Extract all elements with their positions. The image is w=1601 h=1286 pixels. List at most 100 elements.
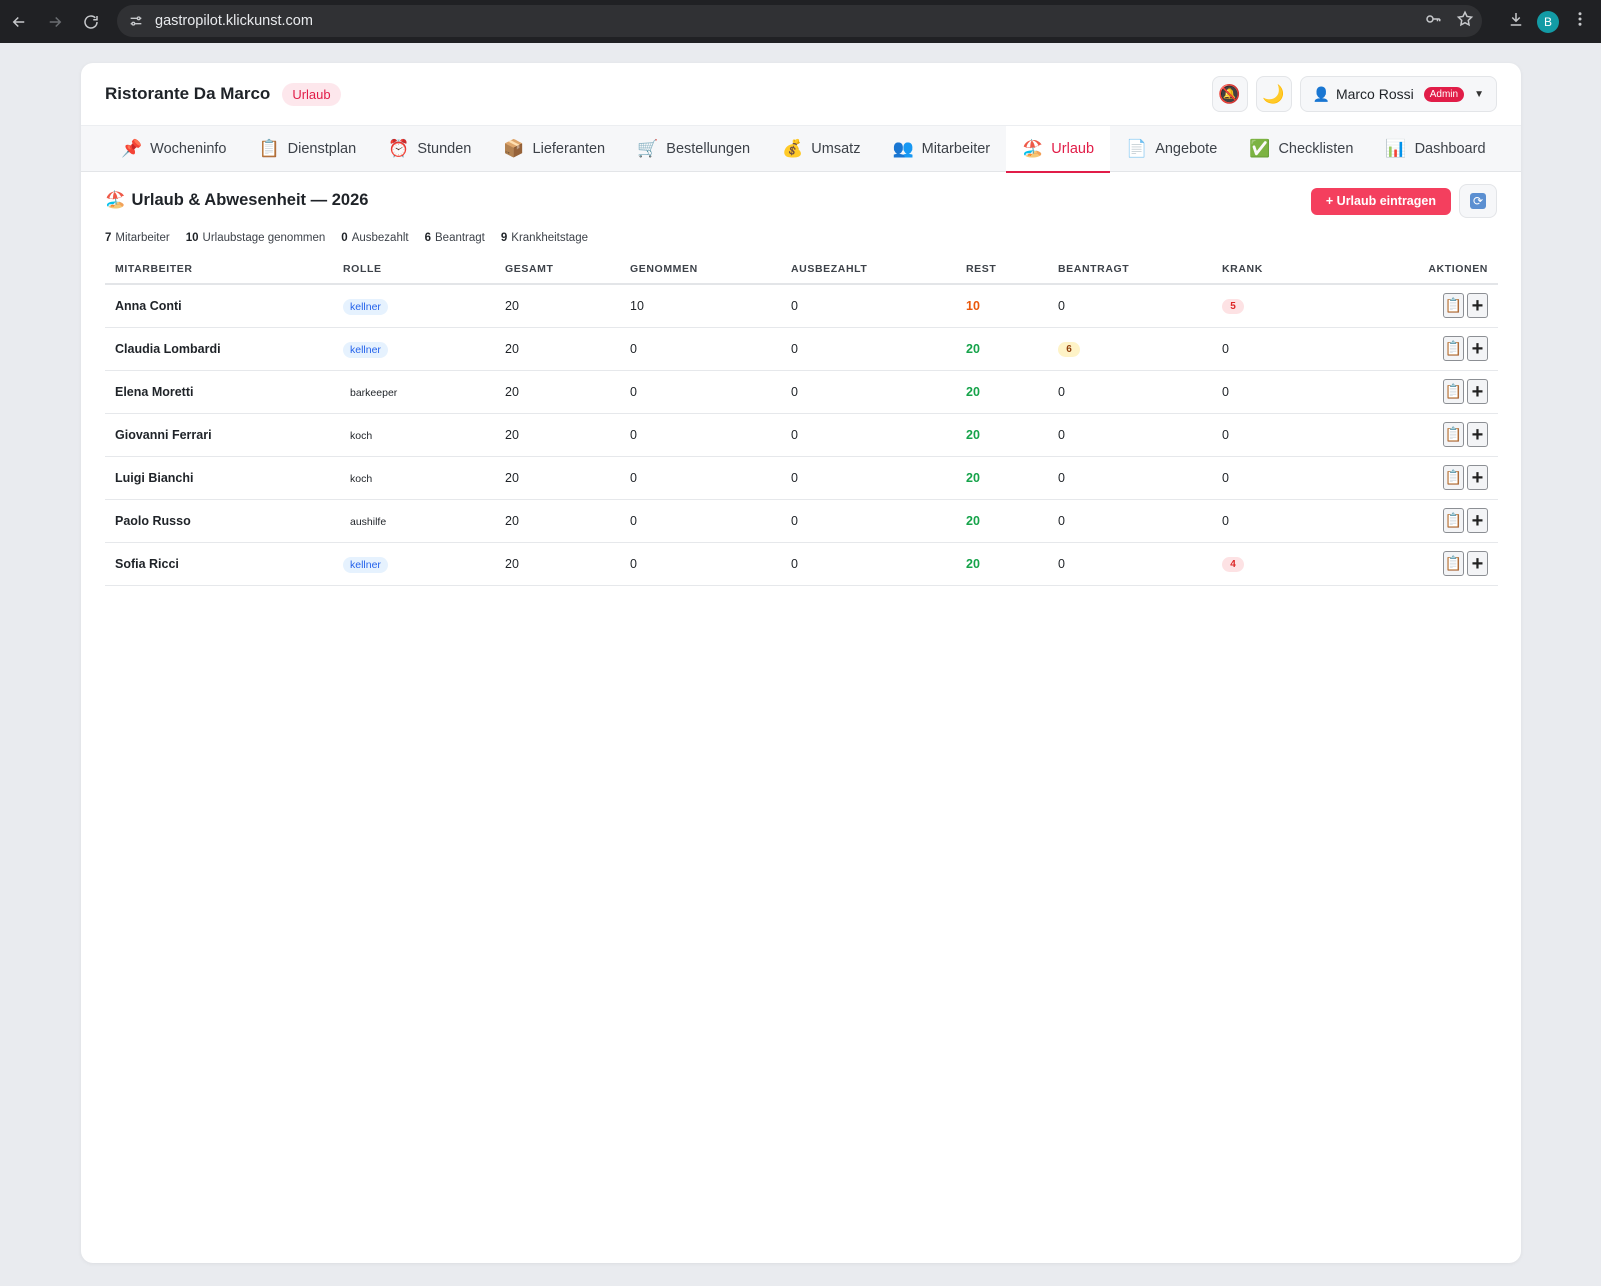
employee-name: Anna Conti (105, 284, 333, 328)
stat-item: 0 Ausbezahlt (341, 232, 408, 244)
sick-days: 0 (1212, 327, 1342, 371)
kebab-menu-icon[interactable] (1571, 10, 1589, 33)
actions-cell: 📋 + (1342, 456, 1498, 500)
tab-label: Lieferanten (532, 141, 606, 157)
main-navigation: 📌 Wocheninfo 📋 Dienstplan ⏰ Stunden 📦 Lieferant… (81, 125, 1521, 173)
bookmark-star-icon[interactable] (1456, 10, 1474, 33)
clipboard-icon[interactable]: 📋 (1443, 508, 1464, 533)
employee-name: Elena Moretti (105, 370, 333, 414)
stat-value: 6 (424, 232, 431, 244)
tab-label: Stunden (417, 141, 472, 157)
tab-umsatz[interactable]: 💰 Umsatz (766, 126, 876, 172)
password-key-icon[interactable] (1424, 10, 1442, 33)
column-header-krank: KRANK (1212, 254, 1342, 285)
stat-label: Krankheitstage (511, 232, 588, 244)
page-title: 🏖️ Urlaub & Abwesenheit — 2026 (105, 191, 368, 210)
refresh-button[interactable]: ⟳ (1459, 184, 1497, 218)
role-badge: kellner (343, 298, 388, 315)
clipboard-icon[interactable]: 📋 (1443, 551, 1464, 576)
column-header-rest: REST (956, 254, 1048, 285)
column-header-gesamt: GESAMT (495, 254, 620, 285)
table-row: Giovanni Ferrari koch 20 0 0 20 0 0 📋 + (105, 413, 1498, 457)
chevron-down-icon: ▼ (1474, 88, 1484, 100)
plus-icon[interactable]: + (1467, 379, 1488, 404)
requested-cell: 6 (1048, 327, 1212, 371)
tab-dienstplan-icon: 📋 (258, 139, 280, 158)
plus-icon[interactable]: + (1467, 293, 1488, 319)
tab-lieferanten[interactable]: 📦 Lieferanten (487, 126, 621, 172)
plus-icon[interactable]: + (1467, 465, 1488, 490)
role-cell: kellner (333, 542, 495, 586)
back-icon[interactable] (2, 5, 36, 39)
total-days: 20 (495, 284, 620, 328)
browser-toolbar: gastropilot.klickunst.com B (0, 0, 1601, 43)
table-row: Sofia Ricci kellner 20 0 0 20 0 4 📋 + (105, 542, 1498, 586)
user-name: Marco Rossi (1335, 86, 1414, 102)
actions-cell: 📋 + (1342, 327, 1498, 371)
taken-days: 0 (620, 542, 781, 586)
requested-days: 0 (1048, 456, 1212, 500)
dark-mode-toggle[interactable]: 🌙 (1255, 76, 1292, 112)
clipboard-icon[interactable]: 📋 (1443, 336, 1464, 361)
tab-dienstplan[interactable]: 📋 Dienstplan (242, 126, 372, 172)
role-cell: koch (333, 456, 495, 500)
forward-icon[interactable] (38, 5, 72, 39)
tab-label: Wocheninfo (150, 141, 227, 157)
profile-avatar[interactable]: B (1537, 10, 1559, 33)
restaurant-name: Ristorante Da Marco (105, 84, 271, 103)
clipboard-icon[interactable]: 📋 (1443, 293, 1464, 319)
remaining-days: 20 (956, 327, 1048, 371)
tab-checklisten[interactable]: ✅ Checklisten (1233, 126, 1369, 172)
vacation-section: 🏖️ Urlaub & Abwesenheit — 2026 + Urlaub … (81, 172, 1521, 586)
column-header-rolle: ROLLE (333, 254, 495, 285)
tab-dashboard[interactable]: 📊 Dashboard (1369, 126, 1501, 172)
tab-wocheninfo[interactable]: 📌 Wocheninfo (105, 126, 242, 172)
notifications-muted-button[interactable]: 🔕 (1211, 76, 1248, 112)
tab-bestellungen[interactable]: 🛒 Bestellungen (621, 126, 766, 172)
employee-name: Sofia Ricci (105, 542, 333, 586)
address-bar[interactable]: gastropilot.klickunst.com (117, 5, 1482, 37)
sick-days: 0 (1212, 456, 1342, 500)
sick-badge: 4 (1222, 556, 1244, 572)
tab-label: Umsatz (811, 141, 861, 157)
employee-name: Claudia Lombardi (105, 327, 333, 371)
role-badge: koch (350, 429, 373, 442)
taken-days: 0 (620, 370, 781, 414)
tab-label: Checklisten (1278, 141, 1354, 157)
app-header: Ristorante Da Marco Urlaub 🔕 🌙 👤 Marco R… (81, 63, 1521, 125)
clipboard-icon[interactable]: 📋 (1443, 379, 1464, 404)
add-vacation-button[interactable]: + Urlaub eintragen (1310, 187, 1451, 215)
beach-umbrella-icon: 🏖️ (105, 190, 126, 209)
clipboard-icon[interactable]: 📋 (1443, 422, 1464, 447)
tab-stunden[interactable]: ⏰ Stunden (372, 126, 487, 172)
role-cell: kellner (333, 284, 495, 328)
stat-label: Ausbezahlt (351, 232, 409, 244)
plus-icon[interactable]: + (1467, 422, 1488, 447)
taken-days: 0 (620, 499, 781, 543)
download-icon[interactable] (1507, 10, 1525, 33)
stat-value: 9 (500, 232, 508, 244)
total-days: 20 (495, 456, 620, 500)
site-settings-icon[interactable] (121, 6, 151, 36)
sick-days: 0 (1212, 499, 1342, 543)
paid-out-days: 0 (781, 542, 956, 586)
user-menu-button[interactable]: 👤 Marco Rossi Admin ▼ (1299, 76, 1497, 112)
plus-icon[interactable]: + (1467, 551, 1488, 576)
requested-badge: 6 (1058, 341, 1080, 357)
stat-label: Mitarbeiter (115, 232, 170, 244)
clipboard-icon[interactable]: 📋 (1443, 465, 1464, 490)
actions-cell: 📋 + (1342, 499, 1498, 543)
employee-name: Giovanni Ferrari (105, 413, 333, 457)
reload-icon[interactable] (74, 5, 108, 39)
plus-icon[interactable]: + (1467, 336, 1488, 361)
tab-angebote[interactable]: 📄 Angebote (1110, 126, 1233, 172)
refresh-icon: ⟳ (1470, 193, 1486, 209)
url-text[interactable]: gastropilot.klickunst.com (155, 13, 313, 29)
tab-label: Dienstplan (287, 141, 357, 157)
tab-mitarbeiter[interactable]: 👥 Mitarbeiter (876, 126, 1006, 172)
total-days: 20 (495, 542, 620, 586)
tab-angebote-icon: 📄 (1126, 139, 1148, 158)
plus-icon[interactable]: + (1467, 508, 1488, 533)
taken-days: 0 (620, 456, 781, 500)
tab-urlaub[interactable]: 🏖️ Urlaub (1006, 126, 1111, 173)
